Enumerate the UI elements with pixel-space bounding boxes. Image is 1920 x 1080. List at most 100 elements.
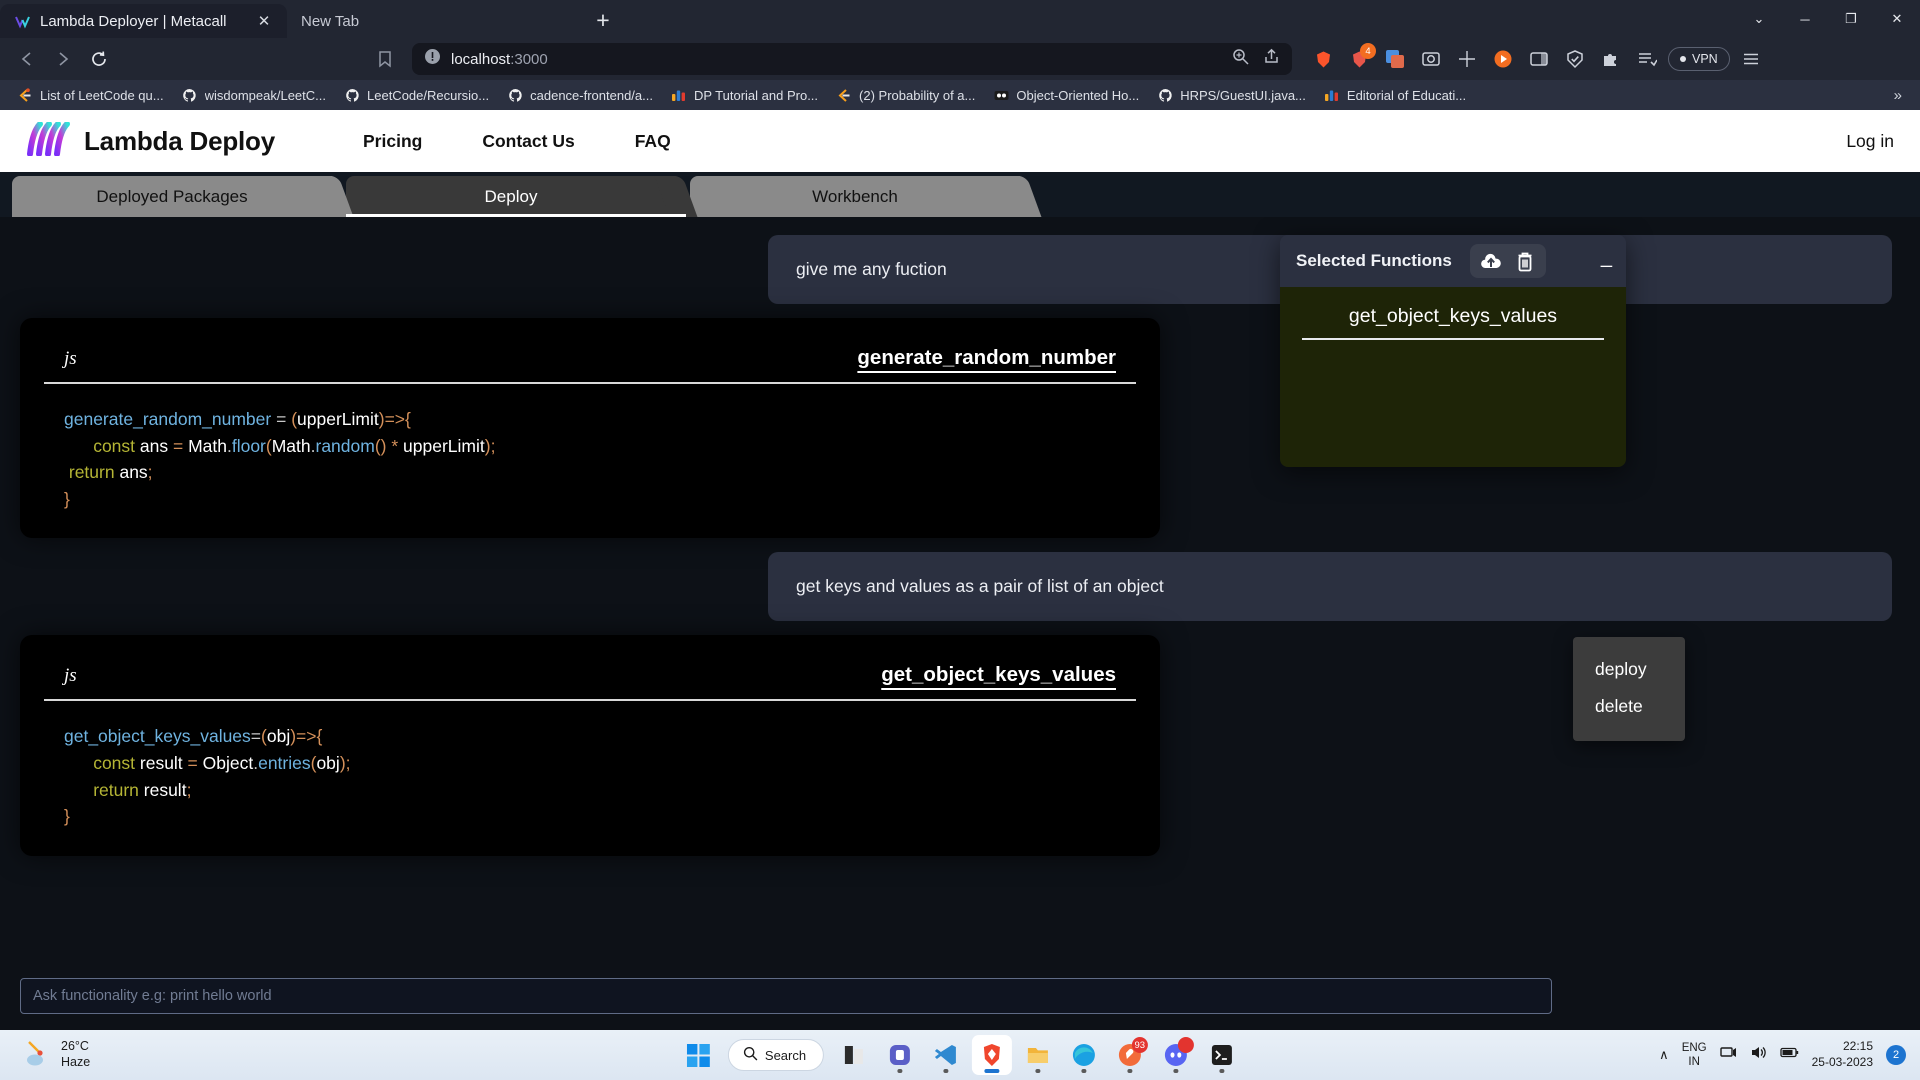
code-line: }	[64, 488, 70, 509]
media-player-icon[interactable]	[1488, 44, 1518, 74]
app-running-indicator	[943, 1069, 949, 1073]
share-icon[interactable]	[1263, 48, 1280, 70]
taskbar-app-file-explorer-dark[interactable]	[834, 1035, 874, 1075]
nav-link-contact-us[interactable]: Contact Us	[452, 131, 604, 152]
bookmark-icon[interactable]	[368, 43, 402, 75]
zoom-icon[interactable]	[1232, 48, 1249, 70]
prompt-area: Ask functionality e.g: print hello world	[0, 968, 1920, 1030]
tab-deploy[interactable]: Deploy	[346, 176, 698, 217]
translate-icon[interactable]	[1380, 44, 1410, 74]
bookmark-label: LeetCode/Recursio...	[367, 87, 490, 103]
close-icon[interactable]: ✕	[253, 10, 275, 32]
address-bar[interactable]: localhost:3000	[412, 43, 1292, 75]
clock[interactable]: 22:15 25-03-2023	[1812, 1039, 1873, 1070]
selected-functions-title: Selected Functions	[1296, 251, 1452, 270]
taskbar-app-edge[interactable]	[1064, 1035, 1104, 1075]
volume-icon[interactable]	[1750, 1044, 1767, 1066]
bookmark-item[interactable]: (2) Probability of a...	[829, 84, 982, 106]
taskbar-app-vs-code[interactable]	[926, 1035, 966, 1075]
new-tab-button[interactable]: +	[588, 5, 618, 35]
window-controls: ⌄ ─ ❐ ✕	[1736, 2, 1920, 36]
bookmark-item[interactable]: Editorial of Educati...	[1317, 84, 1473, 106]
browser-tab-lambda-deployer[interactable]: Lambda Deployer | Metacall ✕	[0, 4, 287, 38]
bookmark-item[interactable]: cadence-frontend/a...	[500, 84, 660, 106]
app-running-indicator	[1219, 1069, 1225, 1073]
tray-chevron-icon[interactable]: ∧	[1659, 1047, 1669, 1063]
forward-icon[interactable]	[46, 43, 80, 75]
taskbar-app-brave[interactable]	[972, 1035, 1013, 1075]
app-tabs: Deployed Packages Deploy Workbench	[0, 172, 1920, 217]
weather-condition: Haze	[61, 1055, 91, 1069]
taskbar-app-file-explorer[interactable]	[1018, 1035, 1058, 1075]
network-icon[interactable]	[1719, 1044, 1737, 1066]
nav-link-pricing[interactable]: Pricing	[333, 131, 452, 152]
code-card-header: js get_object_keys_values	[44, 655, 1136, 702]
prompt-placeholder: Ask functionality e.g: print hello world	[33, 988, 272, 1004]
selected-function-item[interactable]: get_object_keys_values	[1302, 301, 1604, 340]
leetcode-icon	[17, 87, 33, 103]
minimize-window-icon[interactable]: ─	[1782, 2, 1828, 36]
close-window-icon[interactable]: ✕	[1874, 2, 1920, 36]
weather-widget[interactable]: 26°C Haze	[22, 1038, 90, 1073]
context-menu-item-delete[interactable]: delete	[1573, 688, 1685, 725]
bookmark-item[interactable]: DP Tutorial and Pro...	[664, 84, 825, 106]
vpn-label: VPN	[1692, 52, 1718, 66]
browser-menu-icon[interactable]	[1736, 44, 1766, 74]
bookmark-item[interactable]: List of LeetCode qu...	[10, 84, 171, 106]
codeforces-icon	[1324, 87, 1340, 103]
taskbar-app-discord[interactable]	[1156, 1035, 1196, 1075]
screenshot-icon[interactable]	[1416, 44, 1446, 74]
shield-check-icon[interactable]	[1560, 44, 1590, 74]
back-icon[interactable]	[10, 43, 44, 75]
weather-text: 26°C Haze	[61, 1039, 90, 1070]
taskbar-app-teams[interactable]	[880, 1035, 920, 1075]
bookmark-item[interactable]: LeetCode/Recursio...	[337, 84, 496, 106]
bookmarks-overflow-button[interactable]: »	[1886, 87, 1910, 104]
prompt-input[interactable]: Ask functionality e.g: print hello world	[20, 978, 1552, 1014]
input-language[interactable]: ENG IN	[1682, 1041, 1707, 1070]
context-menu-item-deploy[interactable]: deploy	[1573, 651, 1685, 688]
code-line: return ans;	[68, 462, 153, 483]
minimize-icon[interactable]: _	[1601, 247, 1612, 275]
brave-shields-icon[interactable]	[1308, 44, 1338, 74]
bookmark-label: cadence-frontend/a...	[530, 87, 653, 103]
bookmark-item[interactable]: wisdompeak/LeetC...	[175, 84, 333, 106]
browser-tab-new-tab[interactable]: New Tab	[287, 4, 574, 38]
battery-icon[interactable]	[1779, 1045, 1799, 1065]
vpn-toggle[interactable]: VPN	[1668, 47, 1730, 71]
tab-deployed-packages[interactable]: Deployed Packages	[12, 176, 354, 217]
omnibox-actions	[1232, 48, 1280, 70]
move-icon[interactable]	[1452, 44, 1482, 74]
taskbar-app-terminal[interactable]	[1202, 1035, 1242, 1075]
bookmark-item[interactable]: Object-Oriented Ho...	[986, 84, 1146, 106]
cloud-upload-icon[interactable]	[1479, 249, 1503, 273]
puzzle-extensions-icon[interactable]	[1596, 44, 1626, 74]
taskbar-app-postman[interactable]: 93	[1110, 1035, 1150, 1075]
code-card-get-object-keys-values: js get_object_keys_values get_object_key…	[20, 635, 1160, 856]
bookmark-label: wisdompeak/LeetC...	[204, 87, 326, 103]
nav-link-faq[interactable]: FAQ	[605, 131, 701, 152]
bookmark-label: Editorial of Educati...	[1346, 87, 1467, 103]
site-nav: Pricing Contact Us FAQ	[333, 131, 701, 152]
login-button[interactable]: Log in	[1846, 131, 1894, 152]
adblock-icon[interactable]: 4	[1344, 43, 1376, 74]
trash-icon[interactable]	[1513, 249, 1537, 273]
tab-search-chevron-icon[interactable]: ⌄	[1736, 2, 1782, 36]
weather-temperature: 26°C	[61, 1039, 89, 1054]
notification-center-button[interactable]: 2	[1886, 1045, 1906, 1065]
browser-window: Lambda Deployer | Metacall ✕ New Tab + ⌄…	[0, 0, 1920, 1030]
sidebar-icon[interactable]	[1524, 44, 1554, 74]
function-context-menu: deploy delete	[1573, 637, 1685, 741]
app-running-indicator	[1127, 1069, 1133, 1073]
chat-area: give me any fuction js generate_random_n…	[0, 217, 1920, 968]
taskbar-search[interactable]: Search	[727, 1039, 825, 1071]
not-secure-icon[interactable]	[424, 48, 441, 70]
maximize-window-icon[interactable]: ❐	[1828, 2, 1874, 36]
start-button[interactable]	[678, 1035, 718, 1075]
brand[interactable]: Lambda Deploy	[26, 120, 275, 161]
reading-list-icon[interactable]	[1632, 44, 1662, 74]
code-line: return result;	[93, 779, 192, 800]
reload-icon[interactable]	[82, 43, 116, 75]
bookmark-item[interactable]: HRPS/GuestUI.java...	[1150, 84, 1313, 106]
tab-workbench[interactable]: Workbench	[690, 176, 1042, 217]
